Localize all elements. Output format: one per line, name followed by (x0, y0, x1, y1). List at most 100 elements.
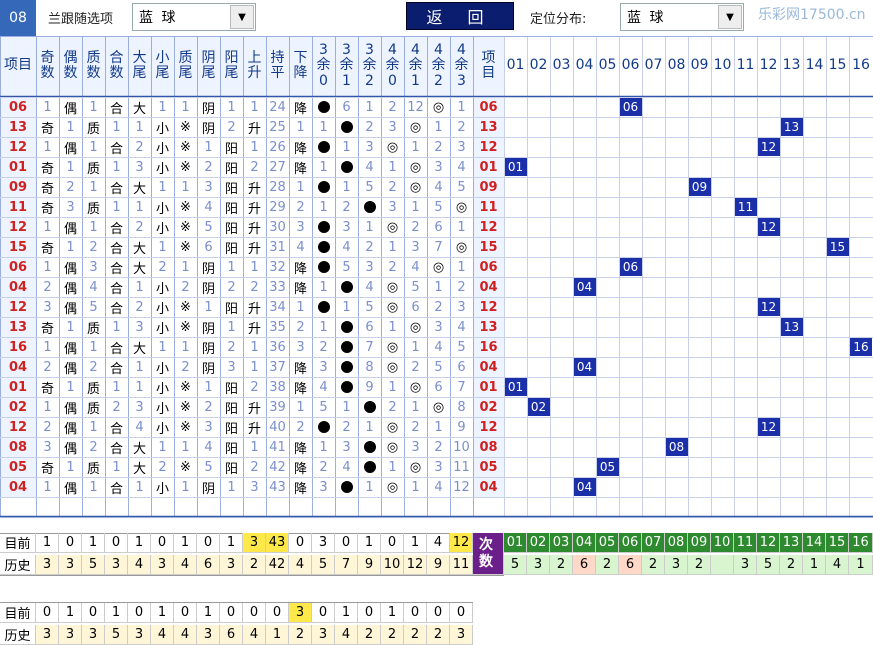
trend-cell: 1 (43, 99, 52, 115)
trend-cell: ※ (180, 239, 191, 255)
trend-cell: 6 (365, 319, 374, 335)
trend-cell: 2 (388, 399, 397, 415)
trend-cell: 3 (43, 299, 52, 315)
stat-history: 3 (105, 555, 128, 575)
trend-cell: 小 (155, 281, 169, 297)
trend-cell: 2 (135, 139, 144, 155)
stat-now-2: 0 (358, 603, 381, 623)
trend-cell: 大 (132, 241, 146, 257)
trend-cell: 降 (293, 441, 307, 457)
trend-cell: 1 (342, 399, 351, 415)
trend-cell: 5 (89, 299, 98, 315)
row-number: 15 (8, 239, 28, 255)
chevron-down-icon[interactable]: ▼ (230, 5, 254, 29)
header-cell: 阴尾 (201, 49, 216, 81)
trend-cell: ◎ (409, 319, 422, 335)
trend-cell: 1 (43, 139, 52, 155)
trend-cell: 1 (66, 459, 75, 475)
trend-cell: 阳 (224, 461, 238, 477)
issue-number-badge: 08 (0, 0, 36, 36)
trend-cell: 偶 (63, 301, 77, 317)
trend-cell: ※ (180, 159, 191, 175)
trend-cell: 6 (457, 359, 466, 375)
trend-cell: 25 (269, 119, 286, 135)
trend-cell: 合 (109, 361, 123, 377)
trend-cell: 阴 (201, 261, 215, 277)
trend-cell: 1 (227, 99, 236, 115)
trend-cell: 1 (181, 259, 190, 275)
row-number: 12 (8, 139, 28, 155)
trend-cell: 2 (158, 259, 167, 275)
stat-now-2: 0 (243, 603, 266, 623)
stat-now-2: 0 (220, 603, 243, 623)
trend-cell: 合 (109, 101, 123, 117)
trend-cell: 质 (86, 401, 100, 417)
trend-cell: 1 (227, 259, 236, 275)
trend-cell: 1 (66, 239, 75, 255)
trend-cell (358, 457, 381, 477)
row-number: 04 (8, 279, 28, 295)
row-number: 16 (8, 339, 28, 355)
trend-cell: 5 (204, 219, 213, 235)
follow-option-select[interactable]: 蓝 球 ▼ (132, 3, 256, 31)
position-marker-label: 12 (757, 298, 780, 316)
trend-cell: 3 (411, 239, 420, 255)
stat-now-2: 0 (82, 603, 105, 623)
trend-cell: 4 (204, 439, 213, 455)
trend-cell: 降 (293, 481, 307, 497)
stat-now-2: 1 (197, 603, 220, 623)
stat-history: 5 (312, 555, 335, 575)
position-count-header: 01 (504, 533, 527, 553)
marker-dot (363, 201, 376, 213)
trend-cell: 8 (457, 399, 466, 415)
trend-cell: 1 (227, 479, 236, 495)
trend-cell: 1 (158, 239, 167, 255)
trend-cell (312, 177, 335, 197)
stat-now-2: 1 (59, 603, 82, 623)
trend-cell (358, 397, 381, 417)
trend-cell: 合 (109, 301, 123, 317)
position-count (711, 555, 734, 575)
chevron-down-icon[interactable]: ▼ (718, 5, 742, 29)
position-count-header: 10 (711, 533, 734, 553)
trend-cell: 1 (89, 479, 98, 495)
position-marker-label: 12 (757, 218, 780, 236)
trend-cell: ◎ (386, 339, 399, 355)
trend-cell: 5 (434, 199, 443, 215)
trend-cell: 3 (365, 259, 374, 275)
trend-cell: 2 (342, 199, 351, 215)
stat-history-2: 3 (82, 625, 105, 645)
position-count: 2 (780, 555, 803, 575)
trend-cell: 5 (457, 179, 466, 195)
trend-cell: 3 (319, 479, 328, 495)
trend-cell: 奇 (40, 461, 54, 477)
trend-cell: 小 (155, 321, 169, 337)
position-marker: 09 (688, 177, 711, 197)
trend-cell: 6 (434, 379, 443, 395)
back-button[interactable]: 返 回 (406, 2, 514, 30)
top-toolbar: 08 兰跟随选项 蓝 球 ▼ 返 回 定位分布: 蓝 球 ▼ 乐彩网17500.… (0, 0, 873, 36)
row-number: 04 (8, 479, 28, 495)
trend-cell: 质 (86, 121, 100, 137)
trend-cell: 4 (457, 319, 466, 335)
row-number: 04 (479, 279, 498, 295)
trend-cell: 偶 (63, 281, 77, 297)
trend-cell (335, 357, 358, 377)
position-distribution-select[interactable]: 蓝 球 ▼ (620, 3, 744, 31)
trend-cell: 升 (247, 301, 261, 317)
position-marker-label: 16 (850, 338, 872, 356)
stat-now: 0 (105, 533, 128, 553)
trend-cell: 1 (43, 399, 52, 415)
position-marker-label: 13 (780, 318, 803, 336)
position-count: 2 (596, 555, 619, 575)
trend-cell: 1 (411, 339, 420, 355)
row-number: 13 (479, 119, 498, 135)
trend-cell: 37 (269, 359, 286, 375)
trend-cell (335, 317, 358, 337)
trend-cell: 5 (365, 299, 374, 315)
header-cell: 偶数 (63, 49, 78, 81)
trend-cell: 1 (434, 419, 443, 435)
trend-cell: 阳 (224, 381, 238, 397)
trend-cell: 3 (434, 459, 443, 475)
trend-cell: 1 (411, 199, 420, 215)
